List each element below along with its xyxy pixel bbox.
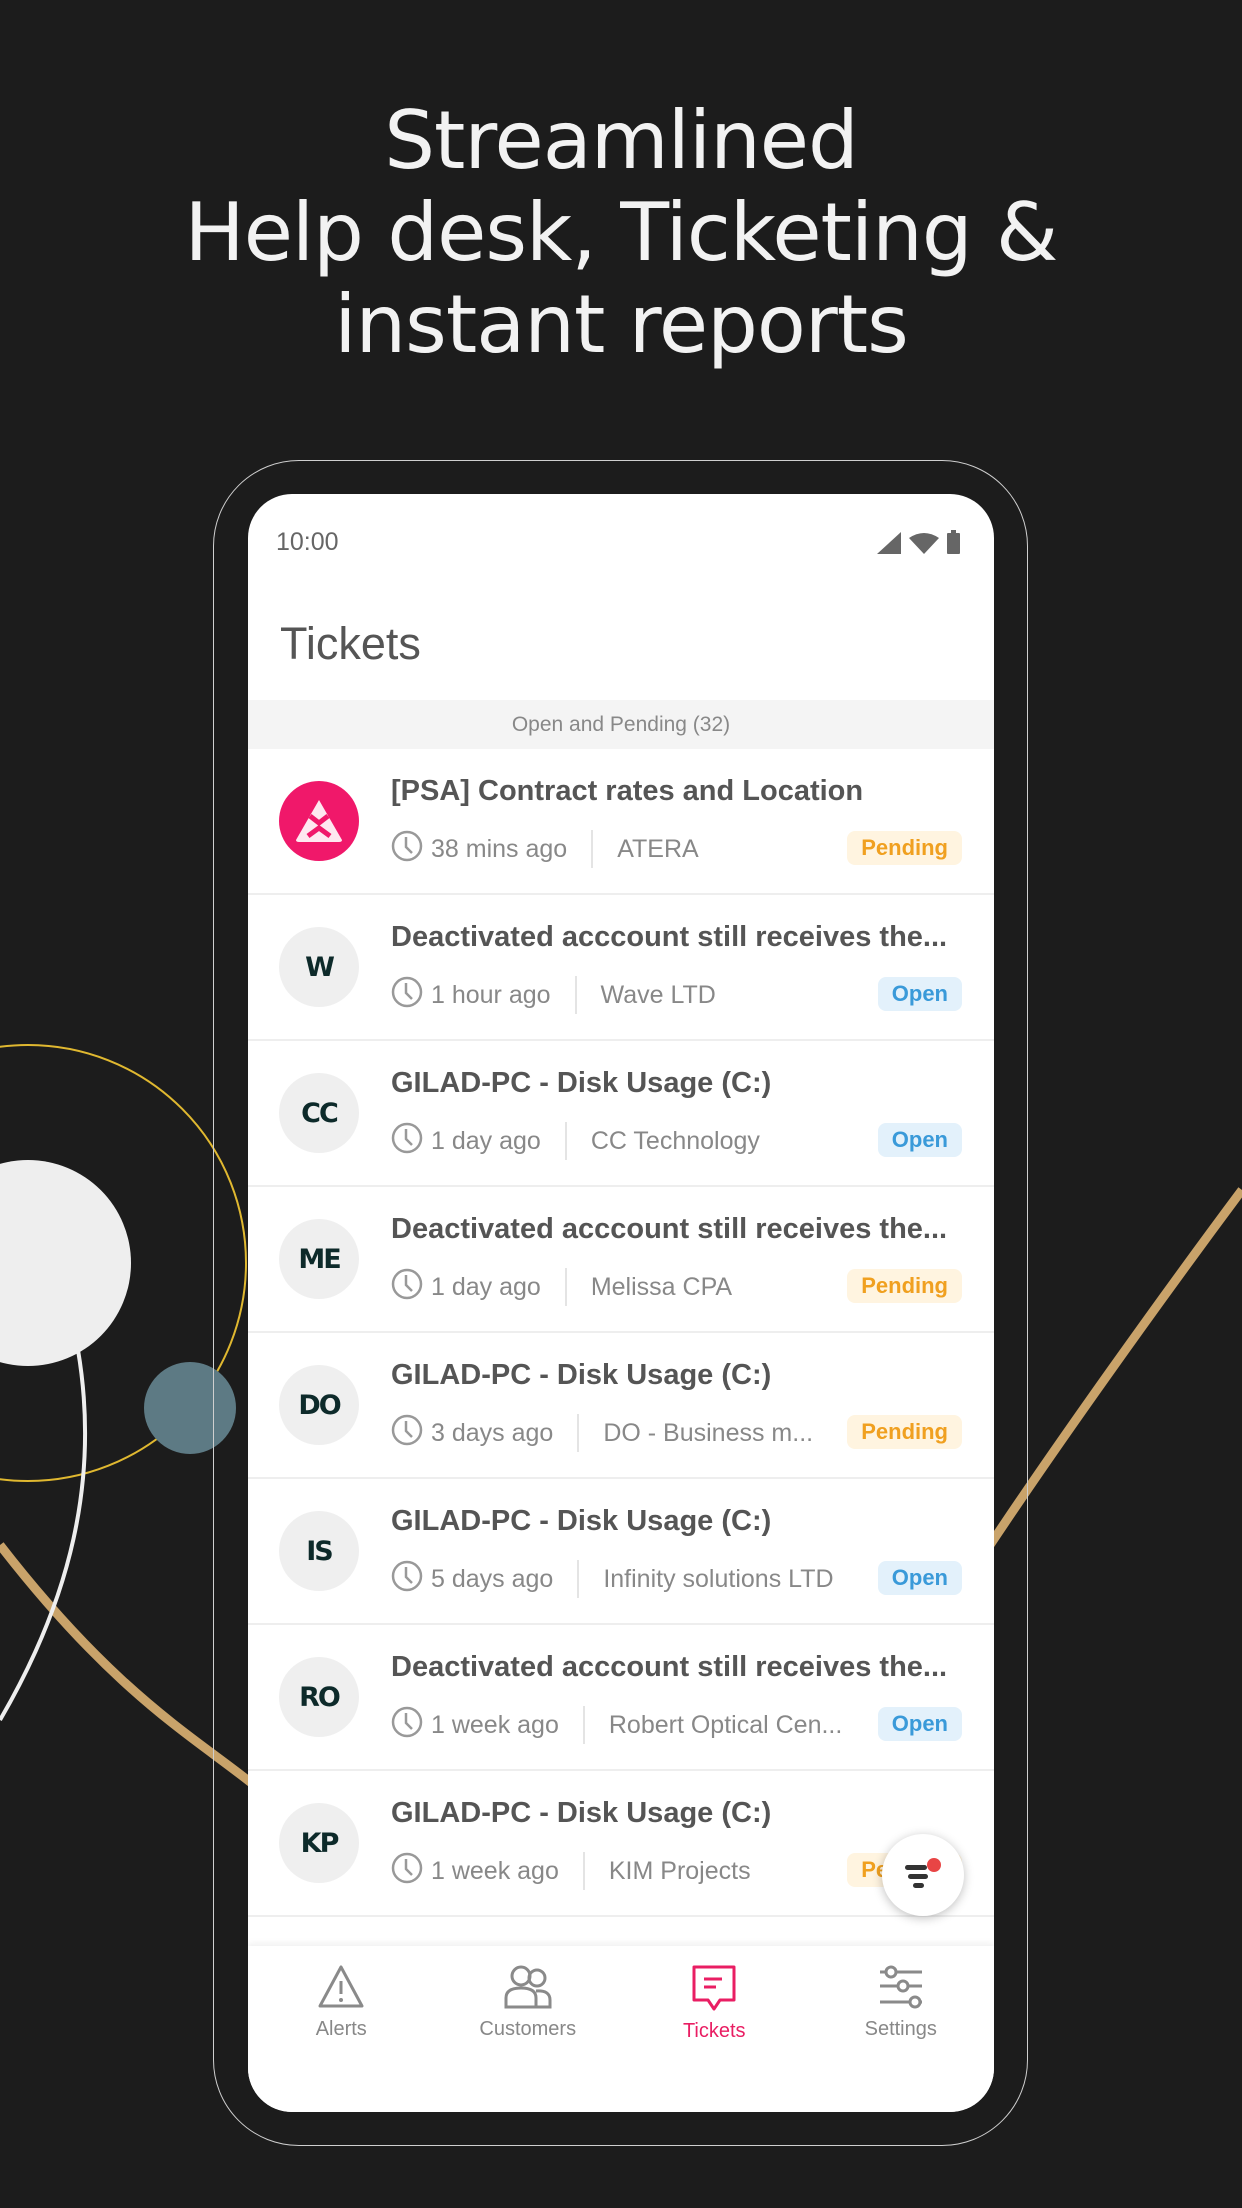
nav-alerts[interactable]: Alerts — [248, 1946, 435, 2112]
ticket-time: 5 days ago — [431, 1564, 554, 1593]
ticket-meta: 5 days ago Infinity solutions LTD Open — [391, 1559, 962, 1599]
ticket-title: Deactivated acccount still receives the.… — [391, 1651, 948, 1683]
nav-label: Alerts — [315, 2018, 367, 2040]
divider — [564, 1268, 567, 1306]
ticket-time: 1 hour ago — [431, 980, 551, 1009]
nav-tickets[interactable]: Tickets — [621, 1946, 808, 2112]
avatar: KP — [279, 1803, 359, 1883]
status-badge: Open — [877, 1561, 962, 1595]
page-title: Tickets — [280, 618, 421, 669]
status-icons — [877, 530, 960, 554]
ticket-meta: 1 day ago CC Technology Open — [391, 1121, 962, 1161]
ticket-meta: 1 week ago KIM Projects Pending — [391, 1851, 962, 1891]
ticket-time: 3 days ago — [431, 1418, 554, 1447]
avatar: DO — [279, 1365, 359, 1445]
nav-settings[interactable]: Settings — [808, 1946, 995, 2112]
ticket-company: Infinity solutions LTD — [603, 1564, 834, 1593]
bottom-nav: Alerts Customers Tickets Settings — [248, 1946, 994, 2112]
clock-icon — [391, 1414, 423, 1453]
ticket-meta: 1 day ago Melissa CPA Pending — [391, 1267, 962, 1307]
status-badge: Pending — [847, 831, 962, 865]
ticket-title: [PSA] Contract rates and Location — [391, 775, 864, 807]
avatar: CC — [279, 1073, 359, 1153]
ticket-time: 1 week ago — [431, 1856, 559, 1885]
clock-icon — [391, 830, 423, 869]
ticket-title: GILAD-PC - Disk Usage (C:) — [391, 1067, 772, 1099]
avatar: IS — [279, 1511, 359, 1591]
ticket-meta: 1 week ago Robert Optical Cen... Open — [391, 1705, 962, 1745]
ticket-meta: 38 mins ago ATERA Pending — [391, 829, 962, 869]
ticket-time: 38 mins ago — [431, 834, 568, 863]
nav-customers[interactable]: Customers — [435, 1946, 622, 2112]
phone-screen: 10:00 Tickets Open and Pending (32) [PSA… — [248, 494, 994, 2112]
ticket-time: 1 day ago — [431, 1126, 541, 1155]
divider — [591, 830, 594, 868]
divider — [577, 1560, 580, 1598]
divider — [582, 1706, 585, 1744]
clock-icon — [391, 976, 423, 1015]
clock-icon — [391, 1122, 423, 1161]
filter-button[interactable] — [882, 1834, 964, 1916]
atera-logo-icon — [279, 781, 359, 861]
wifi-icon — [909, 533, 939, 554]
ticket-title: GILAD-PC - Disk Usage (C:) — [391, 1505, 772, 1537]
divider — [564, 1122, 567, 1160]
ticket-time: 1 week ago — [431, 1710, 559, 1739]
ticket-company: ATERA — [617, 834, 699, 863]
nav-label: Tickets — [682, 2020, 746, 2042]
status-badge: Open — [877, 977, 962, 1011]
ticket-meta: 1 hour ago Wave LTD Open — [391, 975, 962, 1015]
ticket-company: Melissa CPA — [590, 1272, 733, 1301]
avatar: RO — [279, 1657, 359, 1737]
ticket-row[interactable]: CC GILAD-PC - Disk Usage (C:) 1 day ago … — [248, 1041, 994, 1187]
clock-icon — [391, 1852, 423, 1891]
ticket-company: Robert Optical Cen... — [608, 1710, 843, 1739]
status-badge: Open — [877, 1707, 962, 1741]
avatar: W — [279, 927, 359, 1007]
section-header: Open and Pending (32) — [248, 700, 994, 749]
ticket-list: [PSA] Contract rates and Location 38 min… — [248, 749, 994, 1917]
ticket-company: KIM Projects — [608, 1856, 751, 1885]
ticket-row[interactable]: [PSA] Contract rates and Location 38 min… — [248, 749, 994, 895]
nav-label: Customers — [479, 2018, 577, 2040]
ticket-company: DO - Business m... — [603, 1418, 814, 1447]
ticket-time: 1 day ago — [431, 1272, 541, 1301]
ticket-company: CC Technology — [590, 1126, 760, 1155]
sliders-icon — [808, 1964, 995, 2010]
clock-icon — [391, 1560, 423, 1599]
filter-icon — [905, 1858, 941, 1888]
clock-icon — [391, 1706, 423, 1745]
status-badge: Pending — [847, 1415, 962, 1449]
alert-triangle-icon — [248, 1964, 435, 2010]
divider — [577, 1414, 580, 1452]
divider — [574, 976, 577, 1014]
signal-icon — [877, 532, 901, 554]
ticket-title: GILAD-PC - Disk Usage (C:) — [391, 1797, 772, 1829]
battery-icon — [947, 530, 960, 554]
clock-icon — [391, 1268, 423, 1307]
ticket-title: Deactivated acccount still receives the.… — [391, 921, 948, 953]
status-badge: Open — [877, 1123, 962, 1157]
ticket-title: GILAD-PC - Disk Usage (C:) — [391, 1359, 772, 1391]
avatar: ME — [279, 1219, 359, 1299]
ticket-title: Deactivated acccount still receives the.… — [391, 1213, 948, 1245]
nav-label: Settings — [864, 2018, 937, 2040]
ticket-row[interactable]: IS GILAD-PC - Disk Usage (C:) 5 days ago… — [248, 1479, 994, 1625]
ticket-company: Wave LTD — [600, 980, 716, 1009]
ticket-row[interactable]: DO GILAD-PC - Disk Usage (C:) 3 days ago… — [248, 1333, 994, 1479]
ticket-message-icon — [621, 1964, 808, 2012]
ticket-row[interactable]: KP GILAD-PC - Disk Usage (C:) 1 week ago… — [248, 1771, 994, 1917]
divider — [582, 1852, 585, 1890]
ticket-meta: 3 days ago DO - Business m... Pending — [391, 1413, 962, 1453]
headline: Streamlined Help desk, Ticketing & insta… — [184, 94, 1059, 371]
ticket-row[interactable]: W Deactivated acccount still receives th… — [248, 895, 994, 1041]
ticket-row[interactable]: ME Deactivated acccount still receives t… — [248, 1187, 994, 1333]
status-badge: Pending — [847, 1269, 962, 1303]
status-time: 10:00 — [276, 528, 339, 556]
users-icon — [435, 1964, 622, 2010]
ticket-row[interactable]: RO Deactivated acccount still receives t… — [248, 1625, 994, 1771]
